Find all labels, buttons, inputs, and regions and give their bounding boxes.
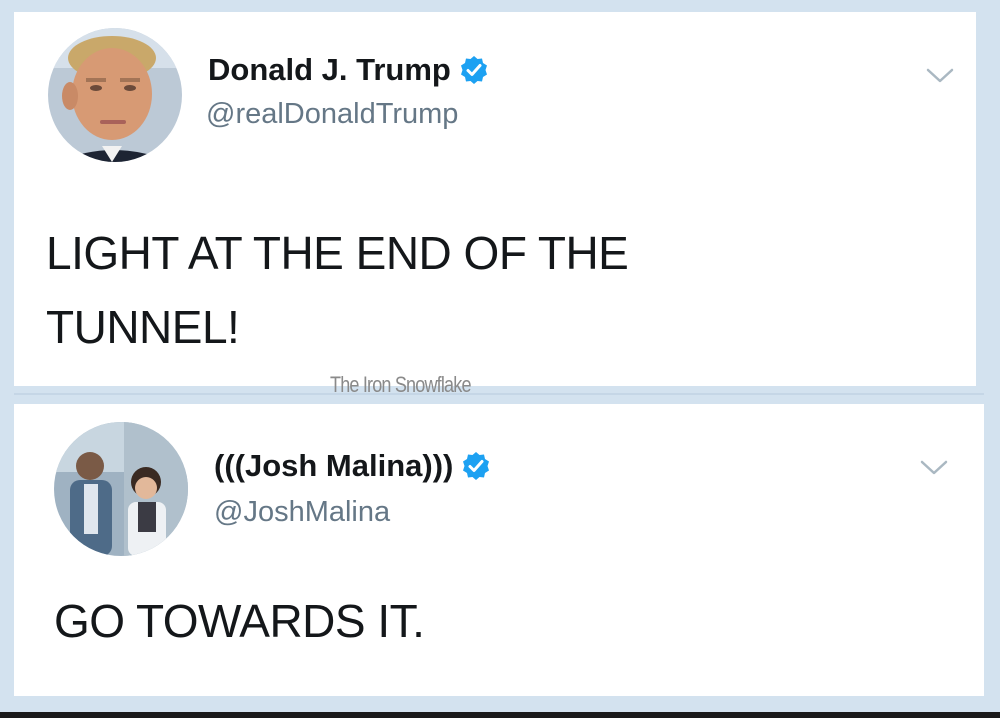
tweet-card[interactable]: Donald J. Trump @realDonaldTrump LIGHT A… bbox=[14, 12, 976, 386]
tweet-text-line: TUNNEL! bbox=[46, 301, 240, 353]
avatar[interactable] bbox=[54, 422, 188, 556]
tweet-text: GO TOWARDS IT. bbox=[54, 584, 814, 658]
watermark-text: The Iron Snowflake bbox=[330, 372, 471, 397]
divider bbox=[14, 393, 984, 395]
portrait-photo-icon bbox=[48, 28, 182, 162]
tweet-card[interactable]: (((Josh Malina))) @JoshMalina GO TOWARDS… bbox=[14, 404, 984, 696]
tweet-text-line: GO TOWARDS IT. bbox=[54, 595, 425, 647]
bottom-border bbox=[0, 712, 1000, 718]
avatar[interactable] bbox=[48, 28, 182, 162]
display-name[interactable]: Donald J. Trump bbox=[208, 52, 489, 88]
handle[interactable]: @JoshMalina bbox=[214, 496, 390, 529]
display-name[interactable]: (((Josh Malina))) bbox=[214, 448, 491, 484]
verified-badge-icon bbox=[463, 452, 490, 480]
verified-badge-icon bbox=[460, 56, 487, 84]
tweet-text: LIGHT AT THE END OF THE TUNNEL! bbox=[46, 216, 806, 364]
tweet-text-line: LIGHT AT THE END OF THE bbox=[46, 227, 629, 279]
display-name-text: Donald J. Trump bbox=[208, 52, 451, 87]
chevron-down-icon[interactable] bbox=[918, 456, 950, 478]
chevron-down-icon[interactable] bbox=[924, 64, 956, 86]
handle[interactable]: @realDonaldTrump bbox=[206, 98, 458, 131]
display-name-text: (((Josh Malina))) bbox=[214, 448, 454, 483]
family-photo-icon bbox=[54, 422, 188, 556]
